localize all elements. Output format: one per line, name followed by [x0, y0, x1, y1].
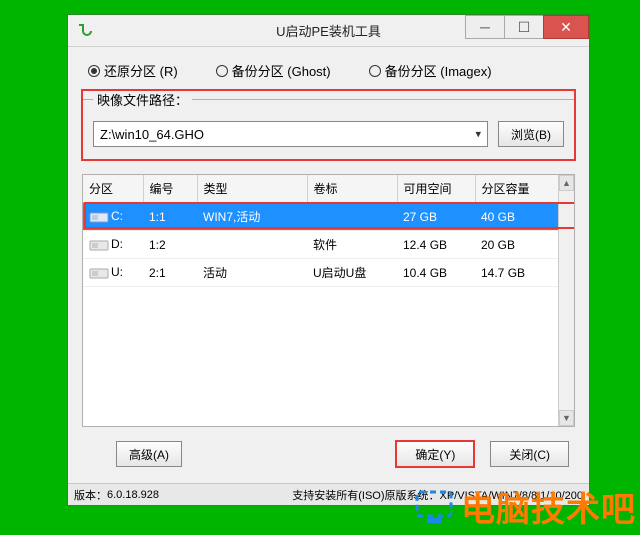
drive-icon: [89, 266, 109, 280]
cell-type: WIN7,活动: [197, 203, 307, 231]
radio-restore-label: 还原分区 (R): [104, 61, 178, 80]
drive-icon: [89, 238, 109, 252]
image-path-group: 映像文件路径： Z:\win10_64.GHO ▾ 浏览(B): [82, 90, 575, 160]
content-area: 还原分区 (R) 备份分区 (Ghost) 备份分区 (Imagex) 映像文件…: [68, 47, 589, 483]
radio-backup-ghost-label: 备份分区 (Ghost): [232, 61, 331, 80]
radio-dot-icon: [216, 65, 228, 77]
radio-backup-ghost[interactable]: 备份分区 (Ghost): [216, 61, 331, 80]
minimize-button[interactable]: ─: [465, 15, 505, 39]
partition-table-wrap: 分区 编号 类型 卷标 可用空间 分区容量 C: 1:1 WIN7,活动: [82, 174, 575, 427]
titlebar: U启动PE装机工具 ─ ☐ ✕: [68, 15, 589, 47]
col-type[interactable]: 类型: [197, 175, 307, 203]
radio-dot-icon: [88, 65, 100, 77]
maximize-button[interactable]: ☐: [504, 15, 544, 39]
cell-part: C:: [111, 209, 123, 223]
col-index[interactable]: 编号: [143, 175, 197, 203]
app-icon: [76, 23, 92, 39]
vertical-scrollbar[interactable]: ▲ ▼: [558, 175, 574, 426]
close-button[interactable]: 关闭(C): [490, 441, 569, 467]
advanced-button[interactable]: 高级(A): [116, 441, 182, 467]
cell-type: 活动: [197, 259, 307, 287]
cell-label: 软件: [307, 231, 397, 259]
browse-button[interactable]: 浏览(B): [498, 121, 564, 147]
image-path-value: Z:\win10_64.GHO: [100, 127, 204, 142]
image-path-legend: 映像文件路径：: [93, 90, 192, 109]
radio-backup-imagex-label: 备份分区 (Imagex): [385, 61, 492, 80]
col-partition[interactable]: 分区: [83, 175, 143, 203]
cell-free: 10.4 GB: [397, 259, 475, 287]
cell-free: 12.4 GB: [397, 231, 475, 259]
col-label[interactable]: 卷标: [307, 175, 397, 203]
cell-free: 27 GB: [397, 203, 475, 231]
scroll-up-icon[interactable]: ▲: [559, 175, 574, 191]
cell-part: U:: [111, 265, 123, 279]
site-watermark: 电脑技术吧: [415, 482, 636, 531]
radio-restore[interactable]: 还原分区 (R): [88, 61, 178, 80]
window-controls: ─ ☐ ✕: [466, 15, 589, 41]
close-window-button[interactable]: ✕: [543, 15, 589, 39]
cell-type: [197, 231, 307, 259]
table-row[interactable]: D: 1:2 软件 12.4 GB 20 GB: [83, 231, 574, 259]
drive-icon: [89, 210, 109, 224]
cell-index: 1:2: [143, 231, 197, 259]
cell-index: 2:1: [143, 259, 197, 287]
radio-backup-imagex[interactable]: 备份分区 (Imagex): [369, 61, 492, 80]
watermark-logo-icon: [415, 488, 459, 526]
version-label: 版本：: [74, 487, 107, 503]
chevron-down-icon: ▾: [475, 128, 481, 141]
cell-index: 1:1: [143, 203, 197, 231]
radio-dot-icon: [369, 65, 381, 77]
watermark-text: 电脑技术吧: [461, 482, 636, 531]
image-path-combo[interactable]: Z:\win10_64.GHO ▾: [93, 121, 488, 147]
cell-label: U启动U盘: [307, 259, 397, 287]
cell-part: D:: [111, 237, 123, 251]
mode-radio-group: 还原分区 (R) 备份分区 (Ghost) 备份分区 (Imagex): [82, 57, 575, 90]
footer-buttons: 高级(A) 确定(Y) 关闭(C): [82, 427, 575, 477]
cell-label: [307, 203, 397, 231]
ok-button[interactable]: 确定(Y): [396, 441, 474, 467]
scroll-down-icon[interactable]: ▼: [559, 410, 574, 426]
table-row[interactable]: C: 1:1 WIN7,活动 27 GB 40 GB: [83, 203, 574, 231]
app-window: U启动PE装机工具 ─ ☐ ✕ 还原分区 (R) 备份分区 (Ghost): [67, 14, 590, 506]
col-free[interactable]: 可用空间: [397, 175, 475, 203]
partition-table: 分区 编号 类型 卷标 可用空间 分区容量 C: 1:1 WIN7,活动: [83, 175, 574, 287]
version-value: 6.0.18.928: [107, 489, 159, 501]
table-row[interactable]: U: 2:1 活动 U启动U盘 10.4 GB 14.7 GB: [83, 259, 574, 287]
